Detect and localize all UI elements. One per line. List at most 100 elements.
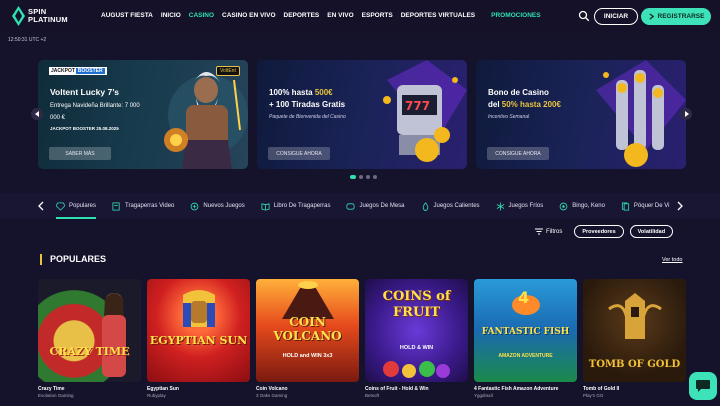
flame-icon	[422, 201, 428, 211]
nav-casino[interactable]: CASINO	[189, 12, 214, 19]
banner-title-part: del	[488, 100, 502, 109]
golden-statue-icon	[608, 293, 662, 339]
filters-label: Filtros	[546, 228, 563, 235]
carousel-next-button[interactable]	[680, 108, 692, 120]
chat-button[interactable]	[689, 372, 717, 400]
game-thumbnail[interactable]: COIN VOLCANO HOLD and WIN 3x3	[256, 279, 359, 382]
banner-weekly-bonus[interactable]: Bono de Casino del 50% hasta 200€ Incent…	[476, 60, 686, 169]
providers-filter-button[interactable]: Proveedores	[574, 225, 624, 238]
nav-esports[interactable]: ESPORTS	[362, 12, 393, 19]
category-juegos-de-mesa[interactable]: Juegos De Mesa	[346, 193, 405, 219]
claim-now-button[interactable]: CONSIGUE AHORA	[268, 147, 330, 160]
chevron-left-icon[interactable]	[37, 200, 45, 212]
nav-august-fiesta[interactable]: AUGUST FIESTA	[101, 12, 153, 19]
carousel-dot[interactable]	[366, 175, 370, 179]
game-provider: 3 Oaks Gaming	[256, 393, 288, 398]
game-provider: Rubyplay	[147, 393, 166, 398]
register-label: REGISTRARSE	[657, 13, 705, 20]
game-card[interactable]: EGYPTIAN SUN Egyptian Sun Rubyplay	[147, 279, 250, 398]
category-nuevos-juegos[interactable]: Nuevos Juegos	[190, 193, 245, 219]
claim-now-button[interactable]: CONSIGUE AHORA	[487, 147, 549, 160]
carousel-dot[interactable]	[350, 175, 356, 179]
banner-title: 100% hasta 500€ + 100 Tiradas Gratis	[269, 87, 379, 111]
game-name: 4 Fantastic Fish Amazon Adventure	[474, 386, 559, 392]
game-card[interactable]: CRAZY TIME Crazy Time Evolution Gaming	[38, 279, 141, 398]
category-label: Libro De Tragaperras	[273, 203, 331, 209]
game-thumbnail[interactable]: CRAZY TIME	[38, 279, 141, 382]
nav-inicio[interactable]: INICIO	[161, 12, 181, 19]
filters-toggle[interactable]: Filtros	[535, 228, 562, 235]
provider-logo: VoltEnt	[216, 66, 240, 76]
banner-title-part: + 100 Tiradas Gratis	[269, 100, 346, 109]
category-bingo-keno[interactable]: Bingo, Keno	[559, 193, 605, 219]
jackpot-tag-left: JACKPOT	[51, 68, 75, 74]
sparkle-icon	[191, 202, 199, 210]
host-figure	[102, 293, 126, 377]
banner-title-highlight: 500€	[314, 88, 333, 97]
diamond-icon	[56, 201, 65, 211]
banner-date: JACKPOT BOOSTER 25.08.2025	[50, 126, 119, 131]
game-name: Crazy Time	[38, 386, 65, 392]
game-thumbnail[interactable]: TOMB OF GOLD	[583, 279, 686, 382]
register-button[interactable]: REGISTRARSE	[641, 8, 711, 25]
game-card[interactable]: COINS of FRUIT HOLD & WIN Coins of Fruit…	[365, 279, 468, 398]
game-thumbnail[interactable]: EGYPTIAN SUN	[147, 279, 250, 382]
game-art-title: EGYPTIAN SUN	[149, 334, 248, 347]
category-label: Juegos Fríos	[508, 203, 544, 209]
category-libro-de-tragaperras[interactable]: Libro De Tragaperras	[261, 193, 331, 219]
game-card[interactable]: TOMB OF GOLD Tomb of Gold II Play'n GO	[583, 279, 686, 398]
login-button[interactable]: INICIAR	[594, 8, 638, 25]
carousel-dot[interactable]	[359, 175, 363, 179]
nav-promociones[interactable]: PROMOCIONES	[491, 12, 540, 19]
carousel-prev-button[interactable]	[31, 108, 43, 120]
chat-bubble-icon	[696, 380, 710, 392]
search-icon[interactable]	[578, 10, 590, 22]
section-title: POPULARES	[40, 254, 106, 265]
banner-jackpot[interactable]: JACKPOT BOOSTER VoltEnt Voltent Lucky 7’s…	[38, 60, 248, 169]
game-card[interactable]: 4 FANTASTIC FISH AMAZON ADVENTURE 4 Fant…	[474, 279, 577, 398]
logo-text: SPIN PLATINUM	[28, 8, 68, 24]
filters-row: Filtros Proveedores Volatilidad	[535, 225, 674, 238]
game-thumbnail[interactable]: COINS of FRUIT HOLD & WIN	[365, 279, 468, 382]
logo[interactable]: SPIN PLATINUM	[12, 6, 68, 26]
nav-deportes-virtuales[interactable]: DEPORTES VIRTUALES	[401, 12, 475, 19]
games-row: CRAZY TIME Crazy Time Evolution Gaming E…	[38, 279, 686, 398]
game-art-title: COIN VOLCANO	[273, 315, 342, 343]
learn-more-button[interactable]: SABER MÁS	[49, 147, 111, 160]
game-card[interactable]: COIN VOLCANO HOLD and WIN 3x3 Coin Volca…	[256, 279, 359, 398]
category-juegos-calientes[interactable]: Juegos Calientes	[421, 193, 480, 219]
category-label: Bingo, Keno	[572, 203, 605, 209]
logo-line2: PLATINUM	[28, 15, 68, 24]
category-juegos-frios[interactable]: Juegos Fríos	[496, 193, 544, 219]
nav-deportes[interactable]: DEPORTES	[284, 12, 320, 19]
see-all-link[interactable]: Ver todo	[662, 257, 683, 263]
category-poquer-de-video[interactable]: Póquer De Vi	[621, 193, 670, 219]
fruit-icons	[383, 361, 450, 378]
game-art-title: FANTASTIC FISH	[481, 327, 570, 337]
cards-icon	[621, 201, 629, 211]
game-name: Tomb of Gold II	[583, 386, 620, 392]
chevron-right-icon[interactable]	[676, 200, 684, 212]
game-art-subtitle: HOLD & WIN	[399, 345, 434, 351]
nav-casino-en-vivo[interactable]: CASINO EN VIVO	[222, 12, 275, 19]
game-name: Coins of Fruit - Hold & Win	[365, 386, 429, 392]
volatility-filter-button[interactable]: Volatilidad	[629, 225, 674, 238]
coins-illustration	[596, 60, 686, 167]
filter-icon	[535, 228, 543, 235]
game-provider: Evolution Gaming	[38, 393, 74, 398]
fish-icon: 4	[512, 288, 540, 315]
carousel-dot[interactable]	[373, 175, 377, 179]
pharaoh-mask	[183, 290, 215, 327]
game-provider: Betsoft	[365, 393, 380, 398]
game-thumbnail[interactable]: 4 FANTASTIC FISH AMAZON ADVENTURE	[474, 279, 577, 382]
jackpot-tag-right: BOOSTER	[75, 68, 105, 74]
category-tragaperras-video[interactable]: Tragaperras Video	[112, 193, 174, 219]
zeus-illustration	[164, 72, 248, 169]
game-art-subtitle: HOLD and WIN 3x3	[282, 353, 333, 359]
category-list: Populares Tragaperras Video Nuevos Juego…	[56, 193, 674, 219]
nav-en-vivo[interactable]: EN VIVO	[327, 12, 353, 19]
category-populares[interactable]: Populares	[56, 193, 97, 219]
banner-welcome[interactable]: 777 100% hasta 500€ + 100 Tiradas Gratis…	[257, 60, 467, 169]
category-label: Populares	[69, 203, 97, 209]
banner-title-part: 100% hasta	[269, 88, 315, 97]
